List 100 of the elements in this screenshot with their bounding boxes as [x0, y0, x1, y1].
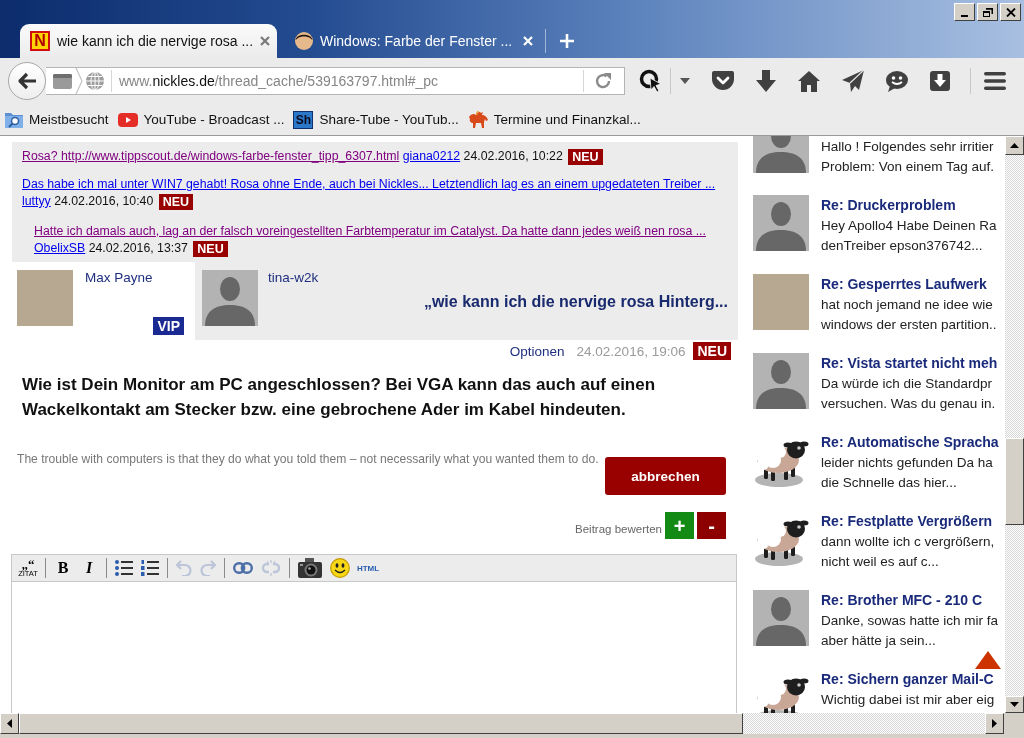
up-arrow-icon[interactable] [975, 651, 1001, 669]
browser-tab[interactable]: N wie kann ich die nervige rosa ... [20, 24, 277, 58]
person-silhouette-icon [202, 270, 258, 326]
options-link[interactable]: Optionen [509, 343, 565, 359]
downvote-button[interactable]: - [697, 512, 726, 539]
bookmark-item[interactable]: Meistbesucht [5, 111, 109, 128]
vertical-scrollbar[interactable] [1005, 136, 1024, 713]
shield-chevron-icon[interactable] [712, 71, 734, 91]
rating-label: Beitrag bewerten [575, 523, 662, 535]
minimize-icon [961, 14, 968, 17]
new-badge: NEU [158, 193, 194, 210]
letter-logo: Sh [293, 110, 314, 129]
post-excerpt: Hallo ! Folgendes sehr irritier Problem: Von einem Tag auf. [821, 138, 995, 176]
bookmark-item[interactable]: YouTube - Broadcast ... [117, 112, 285, 127]
post-title-link[interactable]: Re: Gesperrtes Laufwerk [821, 274, 997, 294]
right-triangle-icon [992, 719, 997, 728]
camera-icon[interactable] [298, 558, 322, 578]
plus-icon[interactable] [560, 34, 574, 48]
new-badge: NEU [693, 342, 731, 360]
globe-icon [86, 72, 104, 90]
post-date: 24.02.2016, 10:22 [463, 149, 563, 163]
post-excerpt: Hey Apollo4 Habe Deinen Ra denTreiber epson376742... [821, 217, 997, 255]
horizontal-scrollbar[interactable] [0, 713, 1004, 734]
post-title-link[interactable]: Re: Sichern ganzer Mail-C [821, 669, 995, 689]
ring-cursor-icon[interactable] [639, 69, 663, 93]
up-triangle-icon [1010, 143, 1019, 148]
bull-icon [467, 110, 488, 129]
menu-icon[interactable] [984, 72, 1006, 90]
back-button[interactable] [8, 62, 46, 100]
left-triangle-icon [7, 719, 12, 728]
post-date: 24.02.2016, 10:40 [54, 194, 154, 208]
scroll-right-button[interactable] [985, 713, 1004, 734]
scrollbar-thumb[interactable] [1005, 438, 1024, 525]
bullet-list-icon[interactable] [115, 560, 133, 576]
person-silhouette-icon [753, 195, 809, 251]
scrollbar-thumb[interactable] [19, 713, 743, 734]
close-icon [1005, 7, 1016, 17]
author-link[interactable]: luttyy [22, 194, 51, 208]
person-silhouette-icon [753, 353, 809, 409]
upvote-button[interactable]: + [665, 512, 694, 539]
thread-link[interactable]: Das habe ich mal unter WIN7 gehabt! Rosa ohne Ende, auch bei Nickles... Letztendlich lag es an einem upgedateten Treiber ... [22, 177, 716, 191]
reload-icon[interactable] [594, 72, 612, 90]
restore-button[interactable] [977, 3, 998, 21]
home-icon[interactable] [798, 70, 820, 92]
post-date: 24.02.2016, 13:37 [88, 241, 188, 255]
close-button[interactable] [1000, 3, 1021, 21]
post-title-link[interactable]: Re: Vista startet nicht meh [821, 353, 998, 373]
paper-plane-icon[interactable] [842, 70, 864, 92]
down-arrow-icon[interactable] [756, 70, 776, 92]
author-link[interactable]: ObelixSB [34, 241, 86, 255]
caret-icon[interactable] [680, 78, 690, 84]
new-badge: NEU [568, 148, 603, 165]
card-icon [53, 73, 72, 89]
thread-link[interactable]: Hatte ich damals auch, lag an der falsch voreingestellten Farbtemperatur im Catalyst. Da hatte dann jedes weiß nen rosa ... [34, 224, 706, 238]
photo-placeholder [753, 274, 809, 330]
html-button[interactable]: HTML [356, 557, 380, 579]
post-excerpt: Da würde ich die Standardpr versuchen. Was du genau in. [821, 375, 997, 413]
post-body: Wie ist Dein Monitor am PC angeschlossen? Bei VGA kann das auch auf einen Wackelkontakt am Stecker bzw. eine gebrochene Ader im Kabel hindeuten. [22, 374, 657, 421]
post-title-link[interactable]: Re: Automatische Spracha [821, 432, 999, 452]
smiley-bubble-icon[interactable] [886, 70, 908, 92]
smiley-icon[interactable] [330, 558, 350, 578]
person-silhouette-icon [753, 136, 809, 173]
bookmark-item[interactable]: Termine und Finanzkal... [467, 110, 641, 129]
avatar-icon [295, 32, 313, 50]
browser-tab[interactable]: Windows: Farbe der Fenster ... [285, 24, 545, 58]
photo-placeholder [17, 270, 73, 326]
download-box-icon[interactable] [930, 71, 950, 91]
letter-logo: N [30, 31, 50, 51]
minimize-button[interactable] [954, 3, 975, 21]
user-name[interactable]: Max Payne [85, 270, 153, 286]
vip-badge: VIP [153, 317, 184, 335]
address-field[interactable]: www.nickles.de/thread_cache/539163797.html#_pc [46, 67, 625, 95]
scroll-left-button[interactable] [0, 713, 19, 734]
post-excerpt: Danke, sowas hatte ich mir fa aber hätte ja sein... [821, 612, 999, 650]
post-title-link[interactable]: Re: Festplatte Vergrößern [821, 511, 995, 531]
close-icon[interactable] [260, 36, 271, 46]
play-icon [117, 112, 138, 127]
bold-button[interactable]: B [52, 557, 74, 579]
numbered-list-icon[interactable] [141, 560, 159, 576]
cancel-button[interactable]: abbrechen [605, 457, 726, 495]
scroll-down-button[interactable] [1005, 696, 1024, 713]
scroll-up-button[interactable] [1005, 136, 1024, 155]
post-title-link[interactable]: Re: Brother MFC - 210 C [821, 590, 999, 610]
post-title-link[interactable]: Re: Druckerproblem [821, 195, 997, 215]
topic-title: „wie kann ich die nervige rosa Hinterg... [423, 292, 728, 312]
chain-link-icon[interactable] [233, 562, 253, 574]
down-triangle-icon [1010, 702, 1019, 707]
user-name[interactable]: tina-w2k [268, 270, 319, 286]
signature: The trouble with computers is that they do what you told them – not necessarily what you wanted them to do. [17, 452, 599, 466]
post-excerpt: Wichtig dabei ist mir aber eig [821, 691, 995, 709]
post-date: 24.02.2016, 19:06 [576, 343, 686, 359]
italic-button[interactable]: I [78, 557, 100, 579]
restore-icon [982, 7, 993, 17]
chevron-icon [75, 68, 83, 94]
author-link[interactable]: giana0212 [402, 149, 461, 163]
bookmark-item[interactable]: Sh Share-Tube - YouTub... [293, 110, 459, 129]
thread-link[interactable]: Rosa? http://www.tippscout.de/windows-farbe-fenster_tipp_6307.html [22, 149, 400, 163]
post-excerpt: dann wollte ich c vergrößern, nicht weil es auf c... [821, 533, 995, 571]
text-editor-field[interactable] [11, 582, 737, 713]
post-excerpt: hat noch jemand ne idee wie windows der ersten partition.. [821, 296, 997, 334]
